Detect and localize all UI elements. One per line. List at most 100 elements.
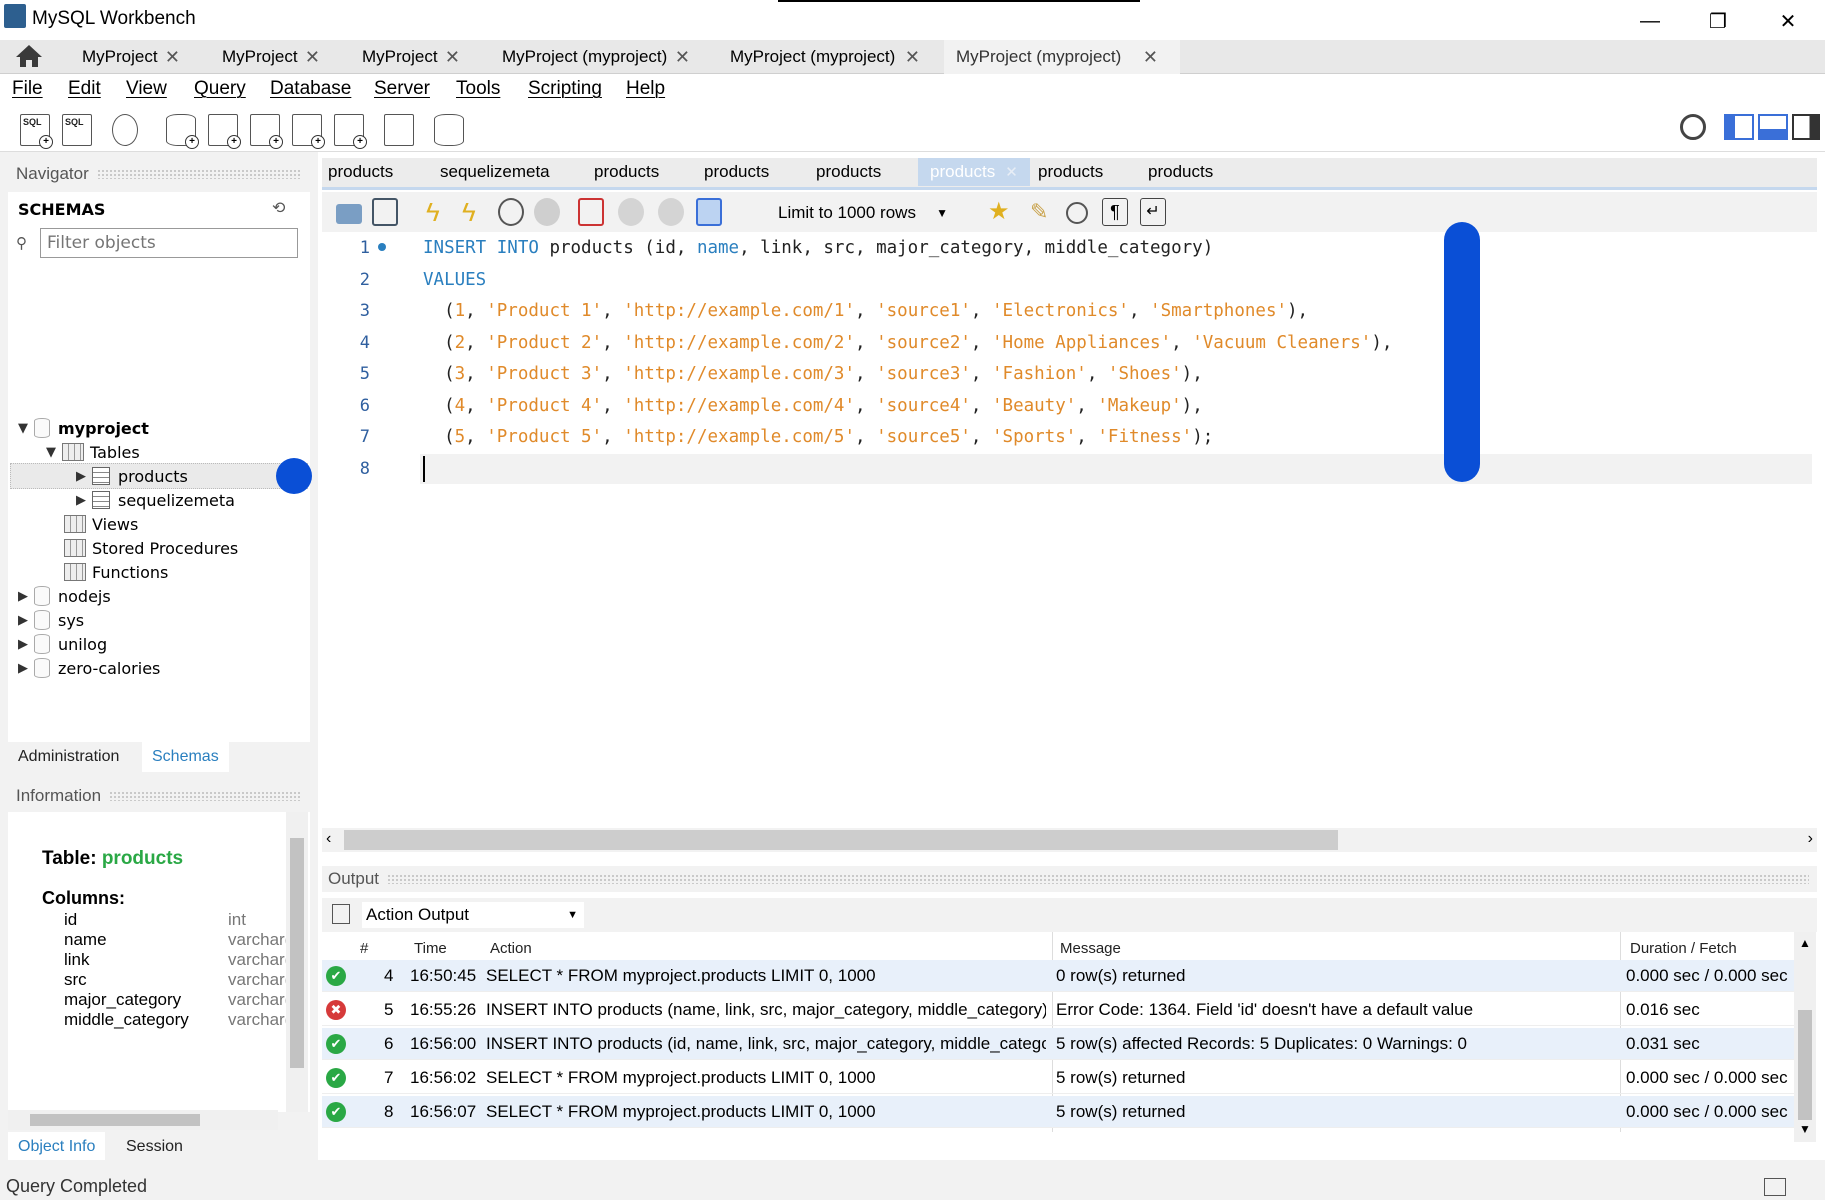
editor-tab[interactable]: products — [328, 162, 393, 182]
execute-current-icon[interactable]: ϟ — [462, 198, 488, 226]
column-header-action[interactable]: Action — [490, 940, 532, 957]
filter-objects-input[interactable] — [40, 228, 298, 258]
output-toggle-icon[interactable] — [1764, 1178, 1786, 1196]
editor-tab[interactable]: products — [704, 162, 769, 182]
stop-icon[interactable] — [534, 198, 560, 226]
toggle-secondary-sidebar-icon[interactable] — [1792, 114, 1820, 140]
toggle-output-icon[interactable] — [1758, 114, 1788, 140]
functions-folder[interactable]: Functions — [64, 560, 168, 584]
find-replace-icon[interactable] — [1066, 202, 1088, 224]
limit-rows-select[interactable]: Limit to 1000 rows ▼ — [778, 200, 958, 226]
editor-tab[interactable]: products — [594, 162, 659, 182]
menu-tools[interactable]: Tools — [456, 78, 500, 100]
schema-myproject[interactable]: ▼ myproject — [18, 416, 149, 440]
editor-tab[interactable]: products — [1038, 162, 1103, 182]
editor-horizontal-scrollbar[interactable]: ‹ › — [322, 828, 1817, 852]
create-schema-icon[interactable]: + — [166, 114, 199, 149]
connection-tab-5[interactable]: MyProject (myproject) ✕ — [718, 40, 930, 74]
refresh-schemas-icon[interactable]: ⟲ — [272, 198, 285, 218]
menu-scripting[interactable]: Scripting — [528, 78, 602, 100]
close-tab-icon[interactable]: ✕ — [1005, 163, 1018, 181]
stored-procedures-folder[interactable]: Stored Procedures — [64, 536, 238, 560]
open-sql-script-icon[interactable]: SQL — [62, 114, 92, 146]
tab-administration[interactable]: Administration — [8, 742, 129, 772]
inspector-icon[interactable] — [112, 114, 138, 146]
output-mode-select[interactable]: Action Output ▼ — [362, 902, 584, 928]
search-table-data-icon[interactable] — [384, 114, 414, 146]
restore-button[interactable]: ❐ — [1688, 4, 1748, 38]
table-sequelizemeta[interactable]: ▶ sequelizemeta — [76, 488, 235, 512]
invisible-chars-icon[interactable]: ¶ — [1102, 198, 1128, 226]
create-function-icon[interactable]: + — [334, 114, 367, 149]
table-row[interactable]: ✔ 8 16:56:07 SELECT * FROM myproject.pro… — [322, 1096, 1794, 1128]
editor-tab-active[interactable]: products ✕ — [918, 158, 1030, 186]
create-table-icon[interactable]: + — [208, 114, 241, 149]
scroll-left-icon[interactable]: ‹ — [326, 830, 331, 848]
tab-object-info[interactable]: Object Info — [8, 1132, 106, 1162]
connection-tab-2[interactable]: MyProject ✕ — [210, 40, 330, 74]
close-tab-icon[interactable]: ✕ — [1143, 47, 1158, 68]
editor-tab[interactable]: products — [816, 162, 881, 182]
close-tab-icon[interactable]: ✕ — [675, 47, 690, 68]
tab-schemas[interactable]: Schemas — [142, 742, 229, 772]
output-vertical-scrollbar[interactable]: ▲ ▼ — [1794, 932, 1816, 1142]
connection-tab-6[interactable]: MyProject (myproject) ✕ — [944, 40, 1180, 74]
copy-icon[interactable] — [332, 904, 350, 924]
schema-nodejs[interactable]: ▶ nodejs — [18, 584, 111, 608]
tables-folder[interactable]: ▼ Tables — [46, 440, 140, 464]
menu-view[interactable]: View — [126, 78, 167, 100]
editor-tab[interactable]: products — [1148, 162, 1213, 182]
menu-query[interactable]: Query — [194, 78, 246, 100]
connection-tab-4[interactable]: MyProject (myproject) ✕ — [490, 40, 700, 74]
table-products[interactable]: ▶ products — [76, 464, 188, 488]
sql-editor[interactable]: 1 2 3 4 5 6 7 8 INSERT INTO products (id… — [322, 222, 1817, 828]
beautify-icon[interactable]: ✎ — [1030, 198, 1056, 226]
menu-server[interactable]: Server — [374, 78, 430, 100]
scrollbar-thumb[interactable] — [290, 838, 304, 1068]
tab-session[interactable]: Session — [116, 1132, 193, 1162]
table-row[interactable]: ✔ 4 16:50:45 SELECT * FROM myproject.pro… — [322, 960, 1794, 992]
home-icon[interactable] — [14, 43, 50, 71]
new-sql-tab-icon[interactable]: SQL + — [20, 114, 53, 149]
reconnect-icon[interactable] — [434, 114, 464, 146]
column-header-message[interactable]: Message — [1060, 940, 1121, 957]
rollback-icon[interactable] — [658, 198, 684, 226]
close-tab-icon[interactable]: ✕ — [905, 47, 920, 68]
column-header-time[interactable]: Time — [414, 940, 447, 957]
editor-tab[interactable]: sequelizemeta — [440, 162, 550, 182]
toggle-sidebar-icon[interactable] — [1724, 114, 1754, 140]
minimize-button[interactable]: — — [1620, 4, 1680, 38]
table-row[interactable]: ✔ 6 16:56:00 INSERT INTO products (id, n… — [322, 1028, 1794, 1060]
menu-database[interactable]: Database — [270, 78, 351, 100]
info-horizontal-scrollbar[interactable] — [8, 1110, 278, 1130]
schema-sys[interactable]: ▶ sys — [18, 608, 84, 632]
menu-file[interactable]: File — [12, 78, 43, 100]
menu-edit[interactable]: Edit — [68, 78, 101, 100]
toggle-error-continue-icon[interactable] — [578, 198, 604, 226]
close-tab-icon[interactable]: ✕ — [305, 47, 320, 68]
views-folder[interactable]: Views — [64, 512, 138, 536]
scroll-up-icon[interactable]: ▲ — [1799, 936, 1811, 950]
column-header-duration[interactable]: Duration / Fetch — [1630, 940, 1737, 957]
open-file-icon[interactable] — [336, 204, 362, 224]
close-tab-icon[interactable]: ✕ — [165, 47, 180, 68]
column-header-num[interactable]: # — [360, 940, 368, 957]
close-tab-icon[interactable]: ✕ — [445, 47, 460, 68]
save-icon[interactable] — [372, 198, 398, 226]
scrollbar-thumb[interactable] — [344, 830, 1338, 850]
table-row[interactable]: ✖ 5 16:55:26 INSERT INTO products (name,… — [322, 994, 1794, 1026]
info-vertical-scrollbar[interactable] — [286, 812, 308, 1112]
scrollbar-thumb[interactable] — [30, 1114, 200, 1126]
close-button[interactable]: ✕ — [1758, 4, 1818, 38]
explain-icon[interactable] — [498, 198, 524, 226]
menu-help[interactable]: Help — [626, 78, 665, 100]
schema-zero-calories[interactable]: ▶ zero-calories — [18, 656, 160, 680]
scroll-down-icon[interactable]: ▼ — [1799, 1122, 1811, 1136]
word-wrap-icon[interactable]: ↵ — [1140, 198, 1166, 226]
table-row[interactable]: ✔ 7 16:56:02 SELECT * FROM myproject.pro… — [322, 1062, 1794, 1094]
connection-tab-1[interactable]: MyProject ✕ — [70, 40, 190, 74]
schema-unilog[interactable]: ▶ unilog — [18, 632, 107, 656]
scrollbar-thumb[interactable] — [1798, 1010, 1812, 1120]
commit-icon[interactable] — [618, 198, 644, 226]
autocommit-icon[interactable] — [696, 198, 722, 226]
